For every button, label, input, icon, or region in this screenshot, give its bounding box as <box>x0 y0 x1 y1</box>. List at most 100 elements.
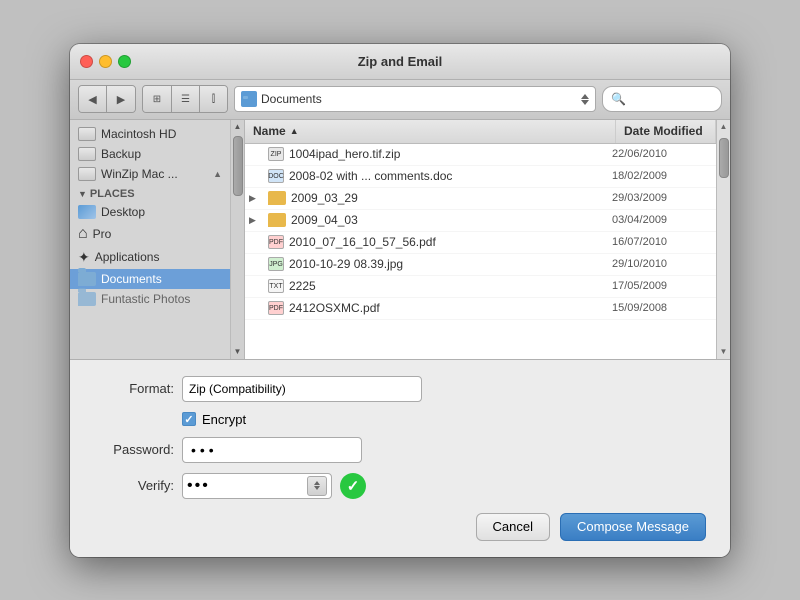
file-list-container: Name ▲ Date Modified ZIP 1004ipad_hero.t… <box>245 120 716 359</box>
password-label: Password: <box>94 442 174 457</box>
location-bar[interactable]: Documents <box>234 86 596 112</box>
table-row[interactable]: PDF 2412OSXMC.pdf 15/09/2008 <box>245 298 716 320</box>
scroll-down-button[interactable]: ▼ <box>720 345 728 359</box>
encrypt-label: Encrypt <box>202 412 246 427</box>
file-name-cell: JPG 2010-10-29 08.39.jpg <box>249 257 612 271</box>
sort-arrow: ▲ <box>290 126 299 136</box>
encrypt-row: Encrypt <box>94 412 706 427</box>
file-name: 2008-02 with ... comments.doc <box>289 169 452 183</box>
sidebar-item-pro[interactable]: ⌂ Pro <box>70 222 230 246</box>
file-list-header: Name ▲ Date Modified <box>245 120 716 144</box>
column-header-name[interactable]: Name ▲ <box>245 120 616 143</box>
password-row: Password: <box>94 437 706 463</box>
scroll-up-button[interactable]: ▲ <box>720 120 728 134</box>
list-view-button[interactable]: ☰ <box>171 86 199 112</box>
search-bar[interactable]: 🔍 <box>602 86 722 112</box>
verify-input[interactable]: ••• <box>182 473 332 499</box>
sidebar-item-label: Funtastic Photos <box>101 292 190 306</box>
password-input[interactable] <box>182 437 362 463</box>
verify-checkmark: ✓ <box>340 473 366 499</box>
folder-icon <box>78 292 96 306</box>
sidebar-item-backup[interactable]: Backup <box>70 144 230 164</box>
sidebar-item-desktop[interactable]: Desktop <box>70 202 230 222</box>
verify-input-wrapper: ••• ✓ <box>182 473 366 499</box>
expand-arrow: ▶ <box>249 215 263 226</box>
format-select-text: Zip (Compatibility) <box>189 382 415 396</box>
close-button[interactable] <box>80 55 93 68</box>
maximize-button[interactable] <box>118 55 131 68</box>
title-bar: Zip and Email <box>70 44 730 80</box>
disk-icon <box>78 127 96 141</box>
search-input[interactable] <box>630 92 710 106</box>
table-row[interactable]: PDF 2010_07_16_10_57_56.pdf 16/07/2010 <box>245 232 716 254</box>
toolbar: ◀ ▶ ⊞ ☰ ⫿ Documents 🔍 <box>70 80 730 120</box>
folder-icon <box>268 191 286 205</box>
file-date: 18/02/2009 <box>612 170 712 182</box>
doc-file-icon: DOC <box>268 169 284 183</box>
file-date: 29/03/2009 <box>612 192 712 204</box>
forward-button[interactable]: ▶ <box>107 86 135 112</box>
disk-icon <box>78 147 96 161</box>
buttons-row: Cancel Compose Message <box>94 513 706 541</box>
format-label: Format: <box>94 381 174 396</box>
file-name: 2009_03_29 <box>291 191 358 205</box>
sidebar-scroll-thumb[interactable] <box>233 136 243 196</box>
folder-icon <box>268 213 286 227</box>
file-date: 03/04/2009 <box>612 214 712 226</box>
minimize-button[interactable] <box>99 55 112 68</box>
sidebar-item-applications[interactable]: ✦ Applications <box>70 246 230 269</box>
verify-stepper[interactable] <box>307 476 327 496</box>
column-header-date[interactable]: Date Modified <box>616 120 716 143</box>
table-row[interactable]: ▶ 2009_04_03 03/04/2009 <box>245 210 716 232</box>
icon-view-button[interactable]: ⊞ <box>143 86 171 112</box>
expand-arrow: ▶ <box>249 193 263 204</box>
verify-label: Verify: <box>94 478 174 493</box>
file-name-cell: PDF 2010_07_16_10_57_56.pdf <box>249 235 612 249</box>
home-icon: ⌂ <box>78 225 88 243</box>
table-row[interactable]: JPG 2010-10-29 08.39.jpg 29/10/2010 <box>245 254 716 276</box>
encrypt-checkbox[interactable] <box>182 412 196 426</box>
places-section-header: ▼ PLACES <box>70 184 230 202</box>
search-icon: 🔍 <box>611 92 626 106</box>
back-button[interactable]: ◀ <box>79 86 107 112</box>
scroll-thumb[interactable] <box>719 138 729 178</box>
column-view-button[interactable]: ⫿ <box>199 86 227 112</box>
nav-buttons: ◀ ▶ <box>78 85 136 113</box>
location-stepper[interactable] <box>581 94 589 105</box>
table-row[interactable]: TXT 2225 17/05/2009 <box>245 276 716 298</box>
desktop-icon <box>78 205 96 219</box>
cancel-button[interactable]: Cancel <box>476 513 550 541</box>
file-date: 17/05/2009 <box>612 280 712 292</box>
main-area: Macintosh HD Backup WinZip Mac ... ▲ ▼ P… <box>70 120 730 360</box>
table-row[interactable]: DOC 2008-02 with ... comments.doc 18/02/… <box>245 166 716 188</box>
format-row: Format: Zip (Compatibility) <box>94 376 706 402</box>
sidebar-scrollbar: ▲ ▼ <box>230 120 244 359</box>
table-row[interactable]: ZIP 1004ipad_hero.tif.zip 22/06/2010 <box>245 144 716 166</box>
sidebar-item-documents[interactable]: Documents <box>70 269 230 289</box>
file-name: 2225 <box>289 279 316 293</box>
file-name-cell: TXT 2225 <box>249 279 612 293</box>
file-name: 2010-10-29 08.39.jpg <box>289 257 403 271</box>
sidebar-item-fantistic-photos[interactable]: Funtastic Photos <box>70 289 230 309</box>
sidebar-item-label: Desktop <box>101 205 145 219</box>
sidebar-item-winzip-mac[interactable]: WinZip Mac ... ▲ <box>70 164 230 184</box>
compose-message-button[interactable]: Compose Message <box>560 513 706 541</box>
sidebar-scroll-down-button[interactable]: ▼ <box>231 345 244 359</box>
table-row[interactable]: ▶ 2009_03_29 29/03/2009 <box>245 188 716 210</box>
pdf-file-icon: PDF <box>268 235 284 249</box>
pdf-file-icon: PDF <box>268 301 284 315</box>
sidebar: Macintosh HD Backup WinZip Mac ... ▲ ▼ P… <box>70 120 230 359</box>
verify-row: Verify: ••• ✓ <box>94 473 706 499</box>
file-date: 22/06/2010 <box>612 148 712 160</box>
format-select[interactable]: Zip (Compatibility) <box>182 376 422 402</box>
places-label: PLACES <box>90 188 135 200</box>
sidebar-scroll-up-button[interactable]: ▲ <box>231 120 244 134</box>
location-text: Documents <box>261 92 581 106</box>
file-name: 2009_04_03 <box>291 213 358 227</box>
sidebar-item-macintosh-hd[interactable]: Macintosh HD <box>70 124 230 144</box>
disk-icon <box>78 167 96 181</box>
file-date: 29/10/2010 <box>612 258 712 270</box>
window-title: Zip and Email <box>358 54 443 69</box>
traffic-lights <box>80 55 131 68</box>
file-name-cell: PDF 2412OSXMC.pdf <box>249 301 612 315</box>
